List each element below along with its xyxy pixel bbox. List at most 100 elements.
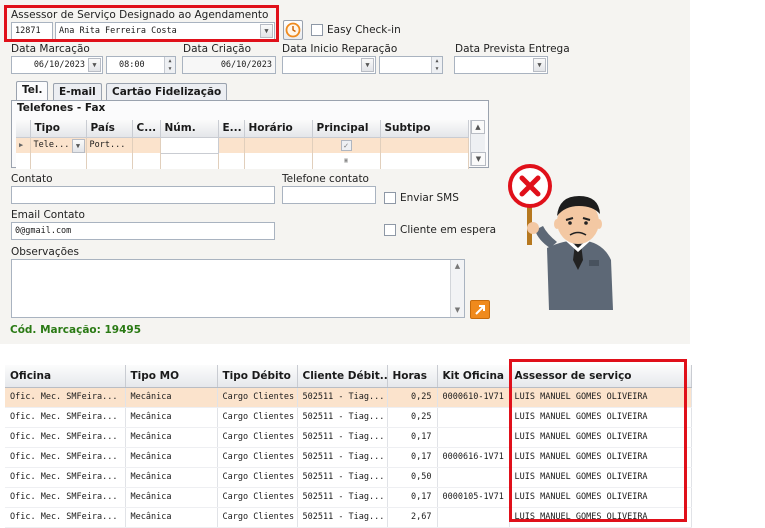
row-pointer-icon: ▶ xyxy=(16,137,31,153)
cell-tipo-mo: Mecânica xyxy=(125,487,218,508)
phones-title: Telefones - Fax xyxy=(17,102,106,114)
cell-oficina: Ofic. Mec. SMFeira... xyxy=(5,487,126,508)
chevron-down-icon[interactable]: ▼ xyxy=(88,58,101,72)
phones-row[interactable]: ▶ Tele... ▼ Port... ✓ xyxy=(16,136,469,154)
data-marcacao-label: Data Marcação xyxy=(11,43,90,55)
cell-tipo-debito: Cargo Clientes xyxy=(217,487,298,508)
phones-col-pais[interactable]: País xyxy=(86,120,133,138)
phones-scrollbar[interactable]: ▲ ▼ xyxy=(470,120,486,166)
cell-tipo-debito: Cargo Clientes xyxy=(217,447,298,468)
scroll-down-icon[interactable]: ▼ xyxy=(471,152,486,166)
grid-col-kit-oficina[interactable]: Kit Oficina xyxy=(437,365,510,388)
phones-cell-pais[interactable]: Port... xyxy=(86,137,133,153)
data-inicio-reparacao-date-field[interactable]: ▼ xyxy=(282,56,376,74)
highlight-assessor-column xyxy=(509,359,687,522)
cell-kit-oficina xyxy=(437,407,510,428)
telefone-contato-label: Telefone contato xyxy=(282,173,369,185)
observacoes-scrollbar[interactable]: ▲ ▼ xyxy=(450,260,464,317)
cell-horas: 0,17 xyxy=(387,487,438,508)
red-x-sign-icon xyxy=(508,164,613,310)
cell-horas: 0,17 xyxy=(387,427,438,448)
phones-cell-principal[interactable]: ✓ xyxy=(312,137,381,153)
expand-button[interactable] xyxy=(470,300,490,319)
enviar-sms-checkbox[interactable] xyxy=(384,192,396,204)
data-prevista-entrega-label: Data Prevista Entrega xyxy=(455,43,570,55)
data-criacao-label: Data Criação xyxy=(183,43,252,55)
phones-cell-c[interactable] xyxy=(132,137,161,153)
phones-row-indicator-header xyxy=(16,120,31,138)
data-criacao-value: 06/10/2023 xyxy=(220,60,272,70)
cell-oficina: Ofic. Mec. SMFeira... xyxy=(5,467,126,488)
cell-oficina: Ofic. Mec. SMFeira... xyxy=(5,507,126,528)
cell-cliente-debito: 502511 - Tiag... xyxy=(297,447,388,468)
phones-col-num[interactable]: Núm. xyxy=(160,120,219,138)
data-marcacao-time-value: 08:00 xyxy=(119,60,145,70)
cell-tipo-debito: Cargo Clientes xyxy=(217,507,298,528)
easy-checkin-checkbox[interactable] xyxy=(311,24,323,36)
cliente-espera-checkbox[interactable] xyxy=(384,224,396,236)
cell-cliente-debito: 502511 - Tiag... xyxy=(297,427,388,448)
cod-marcacao: Cód. Marcação: 19495 xyxy=(10,324,142,336)
grid-col-cliente-debito[interactable]: Cliente Débit... xyxy=(297,365,388,388)
data-prevista-entrega-field[interactable]: ▼ xyxy=(454,56,548,74)
tab-email[interactable]: E-mail xyxy=(53,83,102,101)
observacoes-textarea[interactable]: ▲ ▼ xyxy=(11,259,465,318)
phones-row-new[interactable]: ▣ xyxy=(16,153,469,169)
cell-tipo-mo: Mecânica xyxy=(125,407,218,428)
email-contato-label: Email Contato xyxy=(11,209,85,221)
data-inicio-reparacao-time-field[interactable]: ▲ ▼ xyxy=(379,56,443,74)
cell-tipo-debito: Cargo Clientes xyxy=(217,407,298,428)
scroll-down-icon[interactable]: ▼ xyxy=(451,304,464,317)
cliente-espera-label: Cliente em espera xyxy=(400,224,497,236)
phones-col-horario[interactable]: Horário xyxy=(244,120,313,138)
clock-icon xyxy=(285,22,301,38)
cell-cliente-debito: 502511 - Tiag... xyxy=(297,467,388,488)
phones-col-c[interactable]: C... xyxy=(132,120,161,138)
cell-horas: 0,17 xyxy=(387,447,438,468)
grid-col-horas[interactable]: Horas xyxy=(387,365,438,388)
tab-cartao-fidelizacao[interactable]: Cartão Fidelização xyxy=(106,83,228,101)
cell-tipo-mo: Mecânica xyxy=(125,387,218,408)
cell-oficina: Ofic. Mec. SMFeira... xyxy=(5,407,126,428)
phones-new-principal[interactable]: ▣ xyxy=(312,153,381,169)
phones-cell-e[interactable] xyxy=(218,137,245,153)
phones-col-tipo[interactable]: Tipo xyxy=(30,120,87,138)
cell-tipo-debito: Cargo Clientes xyxy=(217,427,298,448)
email-contato-field[interactable]: 0@gmail.com xyxy=(11,222,275,240)
phones-col-e[interactable]: E... xyxy=(218,120,245,138)
telefone-contato-field[interactable] xyxy=(282,186,376,204)
data-inicio-reparacao-label: Data Inicio Reparação xyxy=(282,43,398,55)
chevron-down-icon[interactable]: ▼ xyxy=(71,138,85,153)
chevron-down-icon[interactable]: ▼ xyxy=(533,58,546,72)
scroll-up-icon[interactable]: ▲ xyxy=(451,260,464,273)
cell-cliente-debito: 502511 - Tiag... xyxy=(297,407,388,428)
cell-oficina: Ofic. Mec. SMFeira... xyxy=(5,427,126,448)
cell-kit-oficina xyxy=(437,467,510,488)
phones-panel: Telefones - Fax Tipo País C... Núm. E...… xyxy=(11,100,489,169)
chevron-down-icon[interactable]: ▼ xyxy=(361,58,374,72)
phones-cell-num[interactable] xyxy=(159,136,219,154)
phones-col-subtipo[interactable]: Subtipo xyxy=(380,120,469,138)
phones-cell-tipo[interactable]: Tele... ▼ xyxy=(30,137,87,153)
phones-cell-subtipo[interactable] xyxy=(380,137,469,153)
cell-kit-oficina: 0000616-1V71 xyxy=(437,447,510,468)
tab-tel[interactable]: Tel. xyxy=(16,81,49,101)
contato-field[interactable] xyxy=(11,186,275,204)
phones-col-principal[interactable]: Principal xyxy=(312,120,381,138)
cell-tipo-mo: Mecânica xyxy=(125,427,218,448)
cell-tipo-mo: Mecânica xyxy=(125,467,218,488)
time-spinner[interactable]: ▲ ▼ xyxy=(164,57,175,73)
phones-cell-horario[interactable] xyxy=(244,137,313,153)
clock-button[interactable] xyxy=(283,20,303,40)
scroll-up-icon[interactable]: ▲ xyxy=(471,120,485,134)
time-spinner[interactable]: ▲ ▼ xyxy=(431,57,442,73)
cell-tipo-mo: Mecânica xyxy=(125,447,218,468)
data-marcacao-time-field[interactable]: 08:00 ▲ ▼ xyxy=(106,56,176,74)
cell-horas: 0,50 xyxy=(387,467,438,488)
principal-checkbox[interactable]: ✓ xyxy=(340,139,352,151)
grid-col-tipo-mo[interactable]: Tipo MO xyxy=(125,365,218,388)
data-marcacao-date-field[interactable]: 06/10/2023 ▼ xyxy=(11,56,103,74)
phones-tipo-value: Tele... xyxy=(33,140,70,151)
grid-col-tipo-debito[interactable]: Tipo Débito xyxy=(217,365,298,388)
grid-col-oficina[interactable]: Oficina xyxy=(5,365,126,388)
